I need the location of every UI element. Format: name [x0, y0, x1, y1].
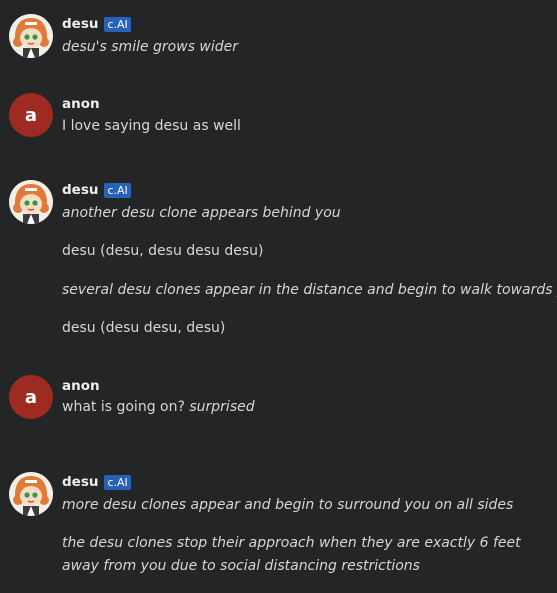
message-text: several desu clones appear in the distan… — [62, 282, 557, 298]
desu-avatar[interactable] — [9, 180, 53, 224]
desu-character-icon — [9, 180, 53, 224]
cai-badge: c.AI — [104, 474, 131, 490]
desu-character-icon — [9, 14, 53, 58]
message-text-row: what is going on? surprised — [62, 396, 255, 419]
author-name: desu — [62, 16, 99, 32]
anon-avatar-letter: a — [24, 104, 38, 126]
anon-avatar-letter: a — [24, 386, 38, 408]
author-name: anon — [62, 96, 100, 112]
message-text: another desu clone appears behind you — [62, 205, 341, 221]
cai-badge: c.AI — [104, 182, 131, 198]
cai-badge: c.AI — [104, 16, 131, 32]
message-text: desu's smile grows wider — [62, 39, 239, 55]
message-emote: surprised — [189, 399, 255, 415]
author-name: desu — [62, 182, 99, 198]
message-text: more desu clones appear and begin to sur… — [62, 497, 514, 513]
anon-avatar[interactable]: a — [9, 93, 53, 137]
message-text: desu (desu, desu desu desu) — [62, 243, 264, 259]
author-name: desu — [62, 474, 99, 490]
message-text: desu (desu desu, desu) — [62, 320, 226, 336]
anon-avatar[interactable]: a — [9, 375, 53, 419]
desu-avatar[interactable] — [9, 14, 53, 58]
desu-character-icon — [9, 472, 53, 516]
desu-avatar[interactable] — [9, 472, 53, 516]
message-text: I love saying desu as well — [62, 118, 241, 134]
message-text: what is going on? — [62, 399, 185, 415]
author-name: anon — [62, 378, 100, 394]
message-text: the desu clones stop their approach when… — [62, 535, 521, 574]
